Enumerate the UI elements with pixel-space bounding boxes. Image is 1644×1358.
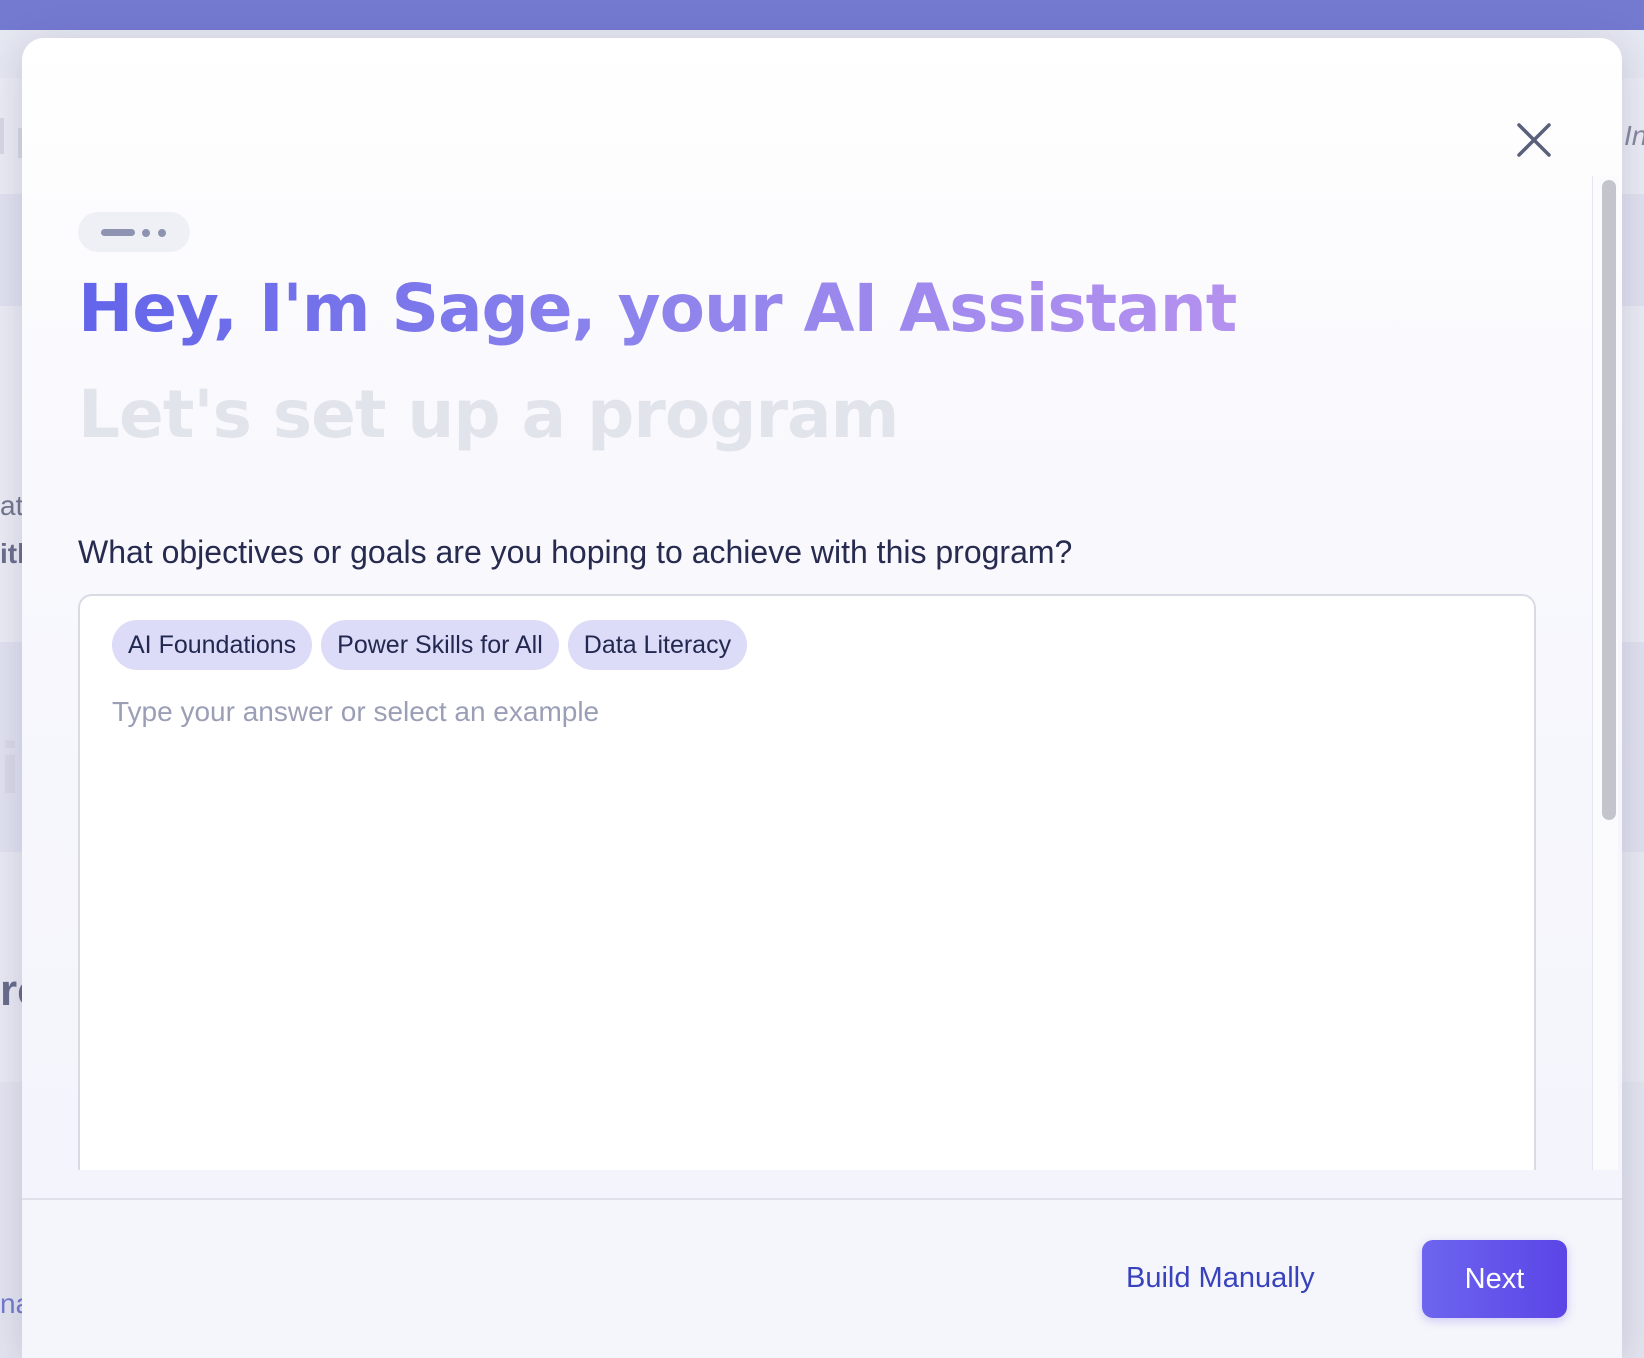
example-chip-data-literacy[interactable]: Data Literacy [567, 620, 748, 670]
question-label: What objectives or goals are you hoping … [78, 534, 1073, 570]
example-chip-ai-foundations[interactable]: AI Foundations [112, 620, 313, 670]
progress-step [142, 229, 150, 237]
answer-box[interactable]: AI Foundations Power Skills for All Data… [78, 594, 1536, 1170]
close-icon [1517, 123, 1551, 157]
modal-subtitle: Let's set up a program [78, 376, 899, 453]
modal-scroll-area[interactable]: Hey, I'm Sage, your AI Assistant Let's s… [22, 176, 1594, 1170]
modal-footer: Build Manually Next [22, 1198, 1622, 1358]
answer-input[interactable] [112, 696, 1492, 1170]
modal-title: Hey, I'm Sage, your AI Assistant [78, 270, 1237, 347]
example-chip-power-skills[interactable]: Power Skills for All [321, 620, 559, 670]
progress-dots-icon [78, 212, 190, 252]
next-button[interactable]: Next [1422, 1240, 1567, 1318]
ai-assistant-modal: Hey, I'm Sage, your AI Assistant Let's s… [22, 38, 1622, 1358]
scrollbar-thumb[interactable] [1602, 180, 1616, 820]
close-button[interactable] [1506, 112, 1562, 168]
progress-step-active [101, 229, 135, 236]
build-manually-button[interactable]: Build Manually [1126, 1262, 1315, 1295]
progress-step [158, 229, 166, 237]
example-chips: AI Foundations Power Skills for All Data… [112, 620, 748, 670]
